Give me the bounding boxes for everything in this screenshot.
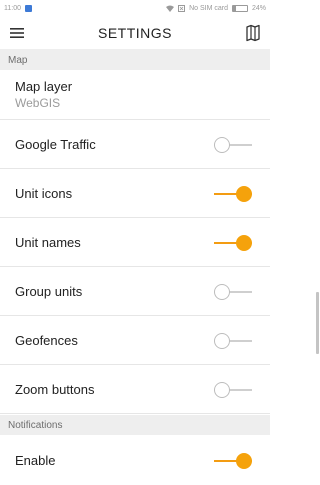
group-units-row[interactable]: Group units	[0, 267, 270, 316]
zoom-buttons-toggle[interactable]	[214, 382, 252, 398]
map-layer-label: Map layer	[15, 79, 73, 94]
group-units-label: Group units	[15, 283, 83, 299]
unit-icons-row[interactable]: Unit icons	[0, 169, 270, 218]
map-layer-value: WebGIS	[15, 96, 61, 110]
geofences-row[interactable]: Geofences	[0, 316, 270, 365]
map-icon[interactable]	[246, 24, 260, 42]
wifi-icon	[166, 5, 175, 12]
status-right: No SIM card 24%	[166, 4, 266, 12]
section-header-notifications: Notifications	[0, 415, 270, 435]
notification-app-icon	[25, 4, 32, 12]
enable-label: Enable	[15, 453, 56, 468]
unit-icons-label: Unit icons	[15, 185, 73, 201]
google-traffic-toggle[interactable]	[214, 137, 252, 153]
google-traffic-label: Google Traffic	[15, 136, 96, 152]
geofences-label: Geofences	[15, 332, 78, 348]
unit-names-toggle[interactable]	[214, 235, 252, 251]
status-bar: 11:00 No SIM card 24%	[0, 0, 270, 16]
section-label: Notifications	[8, 419, 63, 431]
geofences-toggle[interactable]	[214, 333, 252, 349]
section-header-map: Map	[0, 50, 270, 70]
status-time: 11:00	[4, 4, 21, 12]
unit-icons-toggle[interactable]	[214, 186, 252, 202]
unit-names-label: Unit names	[15, 234, 81, 250]
sim-icon	[178, 4, 186, 12]
carrier-text: No SIM card	[189, 4, 228, 12]
battery-icon	[231, 4, 248, 12]
map-layer-row[interactable]: Map layer WebGIS	[0, 70, 270, 120]
battery-percent: 24%	[251, 4, 266, 12]
scrollbar[interactable]	[316, 292, 319, 354]
zoom-buttons-row[interactable]: Zoom buttons	[0, 365, 270, 414]
group-units-toggle[interactable]	[214, 284, 252, 300]
zoom-buttons-label: Zoom buttons	[15, 381, 95, 397]
google-traffic-row[interactable]: Google Traffic	[0, 120, 270, 169]
page-title: SETTINGS	[97, 24, 172, 41]
app-bar: SETTINGS	[0, 16, 270, 50]
unit-names-row[interactable]: Unit names	[0, 218, 270, 267]
enable-notifications-toggle[interactable]	[214, 453, 252, 469]
section-label: Map	[8, 54, 28, 66]
hamburger-menu-icon[interactable]	[10, 25, 24, 41]
enable-notifications-row[interactable]: Enable	[0, 436, 270, 485]
